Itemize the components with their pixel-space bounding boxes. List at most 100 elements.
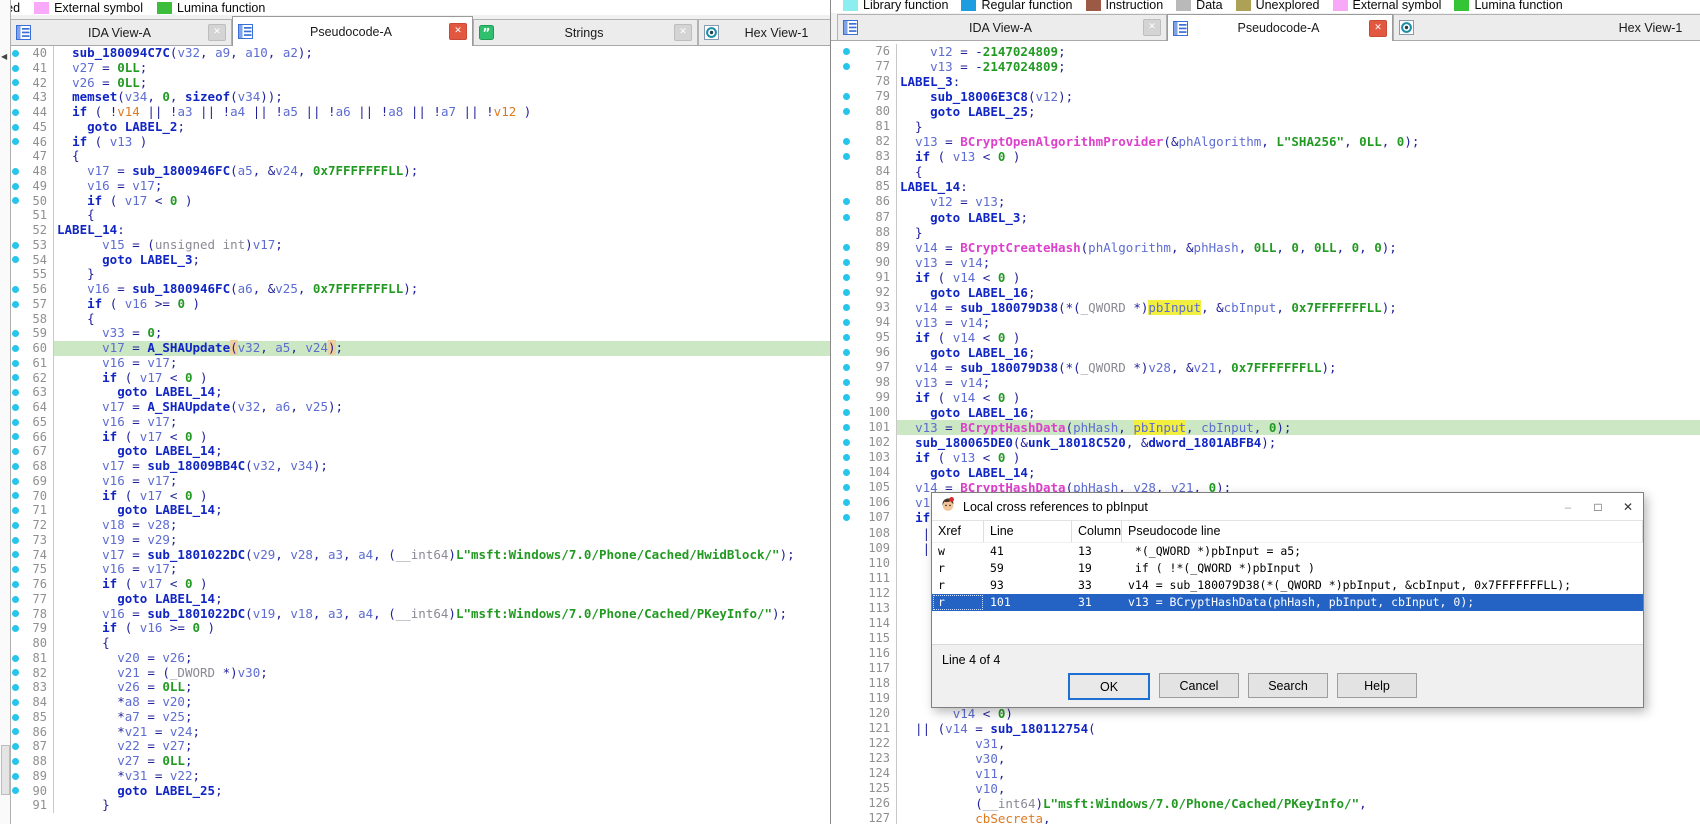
tab-close-icon[interactable]: ✕ xyxy=(1369,20,1387,37)
breakpoint-dot[interactable] xyxy=(12,433,19,440)
code-line[interactable]: 89 v14 = BCryptCreateHash(phAlgorithm, &… xyxy=(831,240,1700,255)
breakpoint-dot[interactable] xyxy=(12,566,19,573)
code-line[interactable]: 95 if ( v14 < 0 ) xyxy=(831,330,1700,345)
code-line[interactable]: 70 if ( v17 < 0 ) xyxy=(0,489,830,504)
code-line[interactable]: 87 v22 = v27; xyxy=(0,739,830,754)
breakpoint-dot[interactable] xyxy=(843,469,850,476)
breakpoint-dot[interactable] xyxy=(12,669,19,676)
code-line[interactable]: 61 v16 = v17; xyxy=(0,356,830,371)
code-text[interactable]: v31, xyxy=(897,736,1700,751)
code-text[interactable]: } xyxy=(897,225,1700,240)
minimize-icon[interactable]: – xyxy=(1553,494,1583,520)
code-text[interactable]: goto LABEL_14; xyxy=(54,385,830,400)
code-line[interactable]: 97 v14 = sub_180079D38(*(_QWORD *)v28, &… xyxy=(831,360,1700,375)
code-line[interactable]: 42 v26 = 0LL; xyxy=(0,76,830,91)
breakpoint-dot[interactable] xyxy=(12,537,19,544)
breakpoint-dot[interactable] xyxy=(12,581,19,588)
breakpoint-dot[interactable] xyxy=(843,514,850,521)
breakpoint-dot[interactable] xyxy=(843,153,850,160)
code-line[interactable]: 98 v13 = v14; xyxy=(831,375,1700,390)
breakpoint-dot[interactable] xyxy=(12,463,19,470)
code-text[interactable]: v14 = sub_180079D38(*(_QWORD *)v28, &v21… xyxy=(897,360,1700,375)
dialog-title-bar[interactable]: Local cross references to pbInput – □ ✕ xyxy=(932,493,1643,521)
code-text[interactable]: v26 = 0LL; xyxy=(54,680,830,695)
code-line[interactable]: 73 v19 = v29; xyxy=(0,533,830,548)
code-line[interactable]: 75 v16 = v17; xyxy=(0,562,830,577)
code-text[interactable]: { xyxy=(54,312,830,327)
code-text[interactable]: goto LABEL_16; xyxy=(897,405,1700,420)
code-line[interactable]: 78LABEL_3: xyxy=(831,74,1700,89)
ok-button[interactable]: OK xyxy=(1068,673,1150,700)
breakpoint-dot[interactable] xyxy=(12,743,19,750)
code-text[interactable]: goto LABEL_14; xyxy=(897,465,1700,480)
breakpoint-dot[interactable] xyxy=(12,699,19,706)
breakpoint-dot[interactable] xyxy=(843,138,850,145)
code-text[interactable]: *a8 = v20; xyxy=(54,695,830,710)
breakpoint-dot[interactable] xyxy=(12,242,19,249)
breakpoint-dot[interactable] xyxy=(12,330,19,337)
xref-row[interactable]: w4113 *(_QWORD *)pbInput = a5; xyxy=(932,543,1643,560)
code-line[interactable]: 86 *v21 = v24; xyxy=(0,725,830,740)
code-line[interactable]: 76 v12 = -2147024809; xyxy=(831,44,1700,59)
code-line[interactable]: 83 v26 = 0LL; xyxy=(0,680,830,695)
code-text[interactable]: goto LABEL_3; xyxy=(897,210,1700,225)
breakpoint-dot[interactable] xyxy=(843,319,850,326)
code-text[interactable]: if ( v13 < 0 ) xyxy=(897,149,1700,164)
breakpoint-dot[interactable] xyxy=(843,334,850,341)
breakpoint-dot[interactable] xyxy=(12,124,19,131)
tab-close-icon[interactable]: ✕ xyxy=(449,23,467,40)
code-line[interactable]: 84 *a8 = v20; xyxy=(0,695,830,710)
code-text[interactable]: goto LABEL_25; xyxy=(897,104,1700,119)
code-text[interactable]: v17 = sub_18009BB4C(v32, v34); xyxy=(54,459,830,474)
code-text[interactable]: sub_180065DE0(&unk_18018C520, &dword_180… xyxy=(897,435,1700,450)
code-line[interactable]: 77 v13 = -2147024809; xyxy=(831,59,1700,74)
code-text[interactable]: if ( v13 < 0 ) xyxy=(897,450,1700,465)
breakpoint-dot[interactable] xyxy=(12,360,19,367)
code-line[interactable]: 127 cbSecreta, xyxy=(831,811,1700,824)
code-text[interactable]: v12 = -2147024809; xyxy=(897,44,1700,59)
collapse-arrow-icon[interactable]: ◀ xyxy=(1,52,7,61)
code-line[interactable]: 80 { xyxy=(0,636,830,651)
breakpoint-dot[interactable] xyxy=(12,596,19,603)
breakpoint-dot[interactable] xyxy=(843,198,850,205)
tab-close-icon[interactable]: ✕ xyxy=(208,24,226,41)
breakpoint-dot[interactable] xyxy=(12,714,19,721)
breakpoint-dot[interactable] xyxy=(12,183,19,190)
code-text[interactable]: v16 = v17; xyxy=(54,179,830,194)
code-line[interactable]: 44 if ( !v14 || !a3 || !a4 || !a5 || !a6… xyxy=(0,105,830,120)
code-text[interactable]: goto LABEL_25; xyxy=(54,784,830,799)
code-text[interactable]: if ( v17 < 0 ) xyxy=(54,371,830,386)
code-line[interactable]: 88 v27 = 0LL; xyxy=(0,754,830,769)
breakpoint-dot[interactable] xyxy=(12,419,19,426)
tab-ida-view-a[interactable]: IDA View-A✕ xyxy=(837,14,1167,40)
code-line[interactable]: 90 v13 = v14; xyxy=(831,255,1700,270)
code-line[interactable]: 90 goto LABEL_25; xyxy=(0,784,830,799)
breakpoint-dot[interactable] xyxy=(12,551,19,558)
code-line[interactable]: 82 v13 = BCryptOpenAlgorithmProvider(&ph… xyxy=(831,134,1700,149)
code-line[interactable]: 63 goto LABEL_14; xyxy=(0,385,830,400)
breakpoint-dot[interactable] xyxy=(843,439,850,446)
help-button[interactable]: Help xyxy=(1337,673,1417,698)
code-text[interactable]: v14 < 0) xyxy=(897,706,1700,721)
breakpoint-dot[interactable] xyxy=(12,197,19,204)
code-line[interactable]: 69 v16 = v17; xyxy=(0,474,830,489)
code-text[interactable]: sub_18006E3C8(v12); xyxy=(897,89,1700,104)
code-text[interactable]: goto LABEL_14; xyxy=(54,503,830,518)
code-text[interactable]: v16 = v17; xyxy=(54,474,830,489)
code-text[interactable]: if ( v17 < 0 ) xyxy=(54,489,830,504)
code-text[interactable]: v27 = 0LL; xyxy=(54,61,830,76)
code-text[interactable]: goto LABEL_14; xyxy=(54,444,830,459)
code-line[interactable]: 122 v31, xyxy=(831,736,1700,751)
breakpoint-dot[interactable] xyxy=(12,345,19,352)
breakpoint-dot[interactable] xyxy=(12,79,19,86)
code-line[interactable]: 52LABEL_14: xyxy=(0,223,830,238)
code-text[interactable]: LABEL_14: xyxy=(54,223,830,238)
code-text[interactable]: if ( v14 < 0 ) xyxy=(897,390,1700,405)
code-text[interactable]: if ( v17 < 0 ) xyxy=(54,577,830,592)
breakpoint-dot[interactable] xyxy=(12,50,19,57)
breakpoint-dot[interactable] xyxy=(843,394,850,401)
code-line[interactable]: 57 if ( v16 >= 0 ) xyxy=(0,297,830,312)
code-text[interactable]: v16 = v17; xyxy=(54,562,830,577)
code-line[interactable]: 81 v20 = v26; xyxy=(0,651,830,666)
code-line[interactable]: 43 memset(v34, 0, sizeof(v34)); xyxy=(0,90,830,105)
